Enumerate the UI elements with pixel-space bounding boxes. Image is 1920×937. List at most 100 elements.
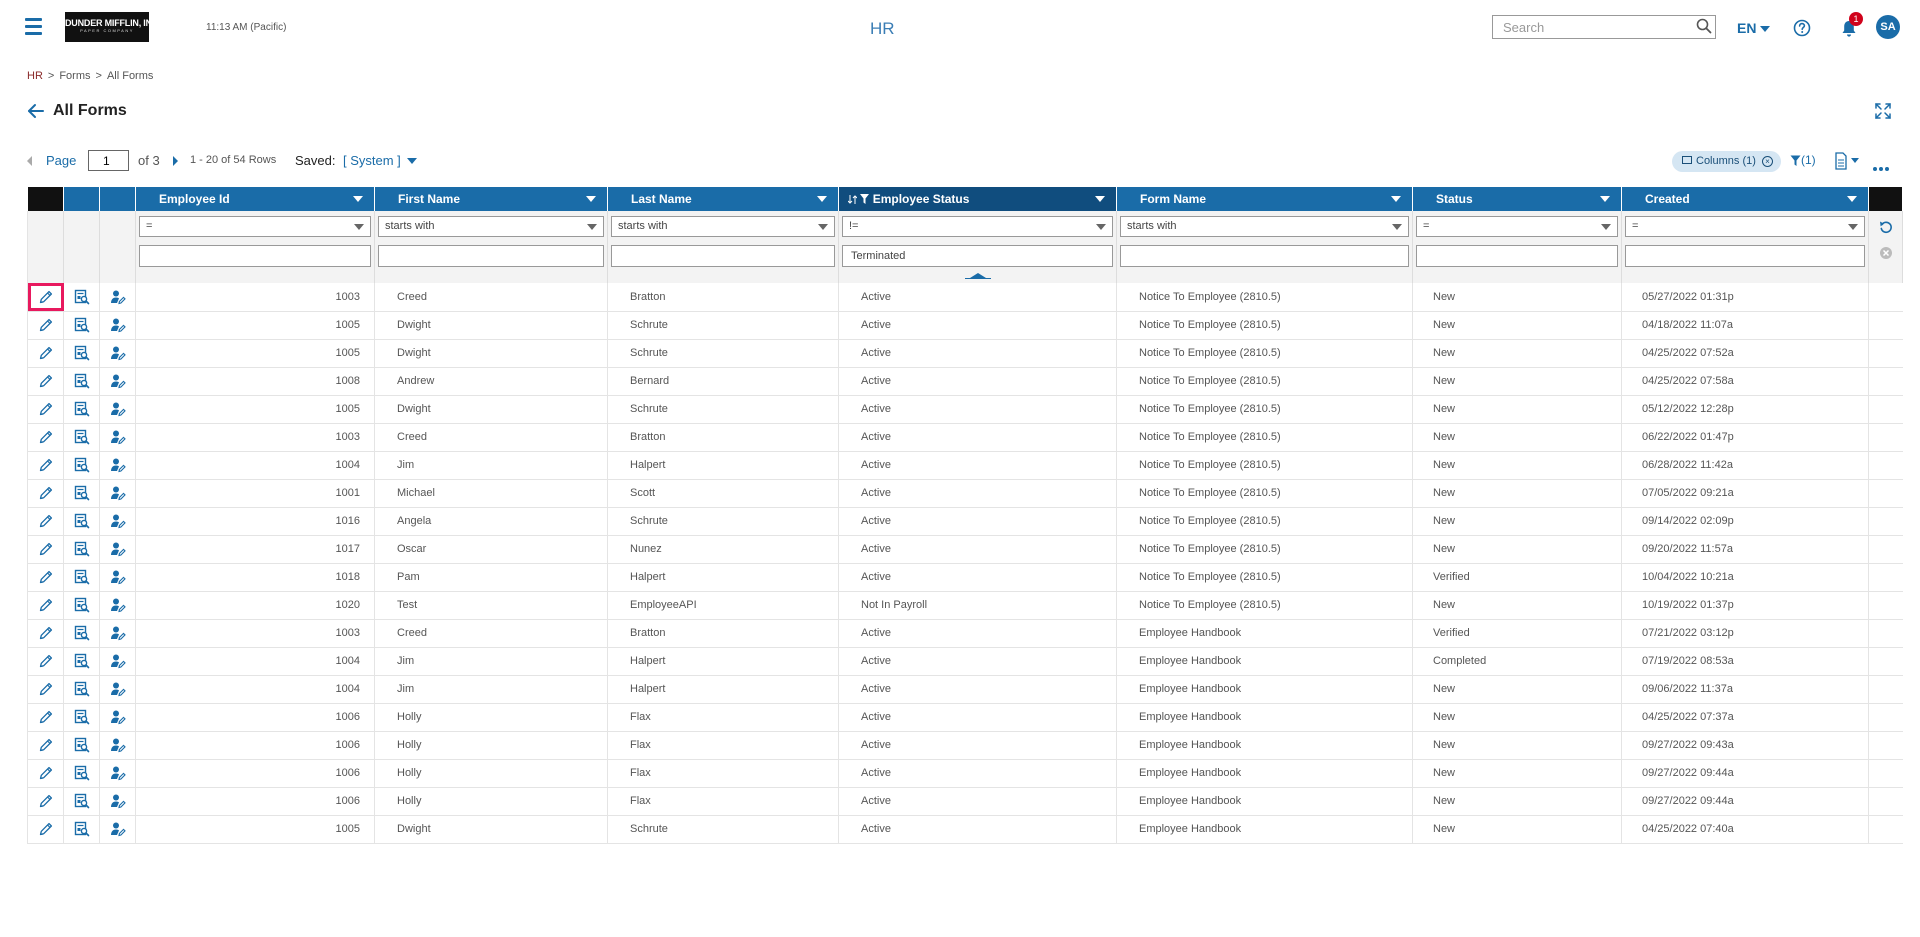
row-view-form-button[interactable]	[63, 731, 100, 760]
row-view-form-button[interactable]	[63, 619, 100, 648]
row-edit-button[interactable]	[27, 507, 64, 536]
column-header-status[interactable]: Status	[1412, 187, 1622, 211]
row-edit-button[interactable]	[27, 647, 64, 676]
columns-chip[interactable]: Columns (1) ×	[1672, 151, 1781, 172]
chevron-down-icon[interactable]	[1600, 196, 1610, 202]
more-options-icon[interactable]	[1873, 158, 1891, 171]
row-view-form-button[interactable]	[63, 507, 100, 536]
table-row[interactable]: 1003 Creed Bratton Active Notice To Employee…	[27, 283, 1903, 312]
filter-button[interactable]: (1)	[1790, 153, 1816, 167]
page-number-input[interactable]	[88, 150, 129, 171]
row-employee-button[interactable]	[99, 675, 136, 704]
filter-input-first-name[interactable]	[378, 245, 604, 267]
row-edit-button[interactable]	[27, 619, 64, 648]
row-employee-button[interactable]	[99, 815, 136, 844]
row-edit-button[interactable]	[27, 423, 64, 452]
back-arrow-icon[interactable]	[27, 103, 45, 119]
row-edit-button[interactable]	[27, 367, 64, 396]
column-header-first-name[interactable]: First Name	[374, 187, 608, 211]
table-row[interactable]: 1004 Jim Halpert Active Notice To Employee (…	[27, 451, 1903, 480]
row-employee-button[interactable]	[99, 563, 136, 592]
row-view-form-button[interactable]	[63, 787, 100, 816]
row-view-form-button[interactable]	[63, 591, 100, 620]
column-header-form-name[interactable]: Form Name	[1116, 187, 1413, 211]
row-employee-button[interactable]	[99, 367, 136, 396]
table-row[interactable]: 1005 Dwight Schrute Active Employee Handbook…	[27, 815, 1903, 844]
chevron-down-icon[interactable]	[1095, 196, 1105, 202]
row-view-form-button[interactable]	[63, 563, 100, 592]
row-employee-button[interactable]	[99, 731, 136, 760]
operator-select-employee-status[interactable]: !=	[842, 216, 1113, 237]
row-view-form-button[interactable]	[63, 703, 100, 732]
row-edit-button[interactable]	[27, 815, 64, 844]
row-edit-button[interactable]	[27, 759, 64, 788]
search-input[interactable]	[1492, 15, 1716, 39]
row-employee-button[interactable]	[99, 619, 136, 648]
column-header-employee-id[interactable]: Employee Id	[135, 187, 375, 211]
row-employee-button[interactable]	[99, 759, 136, 788]
column-header-created[interactable]: Created	[1621, 187, 1869, 211]
clear-filter-icon[interactable]	[1879, 246, 1893, 260]
chevron-down-icon[interactable]	[1847, 196, 1857, 202]
row-employee-button[interactable]	[99, 507, 136, 536]
table-row[interactable]: 1018 Pam Halpert Active Notice To Employee (…	[27, 563, 1903, 592]
table-row[interactable]: 1008 Andrew Bernard Active Notice To Employe…	[27, 367, 1903, 396]
next-page-icon[interactable]	[173, 156, 178, 166]
table-row[interactable]: 1003 Creed Bratton Active Notice To Employee…	[27, 423, 1903, 452]
chevron-down-icon[interactable]	[353, 196, 363, 202]
row-edit-button[interactable]	[27, 787, 64, 816]
chevron-down-icon[interactable]	[407, 158, 417, 164]
filter-input-status[interactable]	[1416, 245, 1618, 267]
row-edit-button[interactable]	[27, 591, 64, 620]
row-employee-button[interactable]	[99, 647, 136, 676]
table-row[interactable]: 1006 Holly Flax Active Employee Handbook New 0…	[27, 703, 1903, 732]
close-icon[interactable]: ×	[1762, 156, 1773, 167]
row-employee-button[interactable]	[99, 423, 136, 452]
help-icon[interactable]	[1793, 19, 1811, 37]
row-view-form-button[interactable]	[63, 479, 100, 508]
table-row[interactable]: 1006 Holly Flax Active Employee Handbook New 0…	[27, 787, 1903, 816]
column-header-employee-status[interactable]: Employee Status	[838, 187, 1117, 211]
previous-page-icon[interactable]	[27, 156, 32, 166]
row-employee-button[interactable]	[99, 451, 136, 480]
row-employee-button[interactable]	[99, 535, 136, 564]
row-employee-button[interactable]	[99, 787, 136, 816]
filter-input-created[interactable]	[1625, 245, 1865, 267]
filter-input-employee-status[interactable]	[842, 245, 1113, 267]
row-view-form-button[interactable]	[63, 283, 100, 312]
row-employee-button[interactable]	[99, 311, 136, 340]
export-document-icon[interactable]	[1834, 152, 1862, 170]
row-view-form-button[interactable]	[63, 759, 100, 788]
row-view-form-button[interactable]	[63, 815, 100, 844]
refresh-icon[interactable]	[1879, 220, 1893, 234]
row-view-form-button[interactable]	[63, 367, 100, 396]
filter-input-form-name[interactable]	[1120, 245, 1409, 267]
row-view-form-button[interactable]	[63, 311, 100, 340]
row-employee-button[interactable]	[99, 283, 136, 312]
table-row[interactable]: 1006 Holly Flax Active Employee Handbook New 0…	[27, 731, 1903, 760]
column-header-last-name[interactable]: Last Name	[607, 187, 839, 211]
operator-select-form-name[interactable]: starts with	[1120, 216, 1409, 237]
operator-select-created[interactable]: =	[1625, 216, 1865, 237]
operator-select-first-name[interactable]: starts with	[378, 216, 604, 237]
table-row[interactable]: 1005 Dwight Schrute Active Notice To Employe…	[27, 311, 1903, 340]
row-employee-button[interactable]	[99, 591, 136, 620]
row-view-form-button[interactable]	[63, 647, 100, 676]
row-view-form-button[interactable]	[63, 451, 100, 480]
chevron-down-icon[interactable]	[817, 196, 827, 202]
saved-view-selector[interactable]: [ System ]	[343, 153, 401, 168]
company-logo[interactable]: DUNDER MIFFLIN, INC PAPER COMPANY	[65, 12, 158, 42]
row-view-form-button[interactable]	[63, 675, 100, 704]
table-row[interactable]: 1017 Oscar Nunez Active Notice To Employee (…	[27, 535, 1903, 564]
row-edit-button[interactable]	[27, 283, 64, 312]
row-view-form-button[interactable]	[63, 423, 100, 452]
table-row[interactable]: 1016 Angela Schrute Active Notice To Employe…	[27, 507, 1903, 536]
chevron-down-icon[interactable]	[586, 196, 596, 202]
table-row[interactable]: 1005 Dwight Schrute Active Notice To Employe…	[27, 339, 1903, 368]
row-view-form-button[interactable]	[63, 339, 100, 368]
row-edit-button[interactable]	[27, 563, 64, 592]
row-view-form-button[interactable]	[63, 395, 100, 424]
row-edit-button[interactable]	[27, 339, 64, 368]
breadcrumb-forms[interactable]: Forms	[59, 70, 90, 82]
row-edit-button[interactable]	[27, 703, 64, 732]
